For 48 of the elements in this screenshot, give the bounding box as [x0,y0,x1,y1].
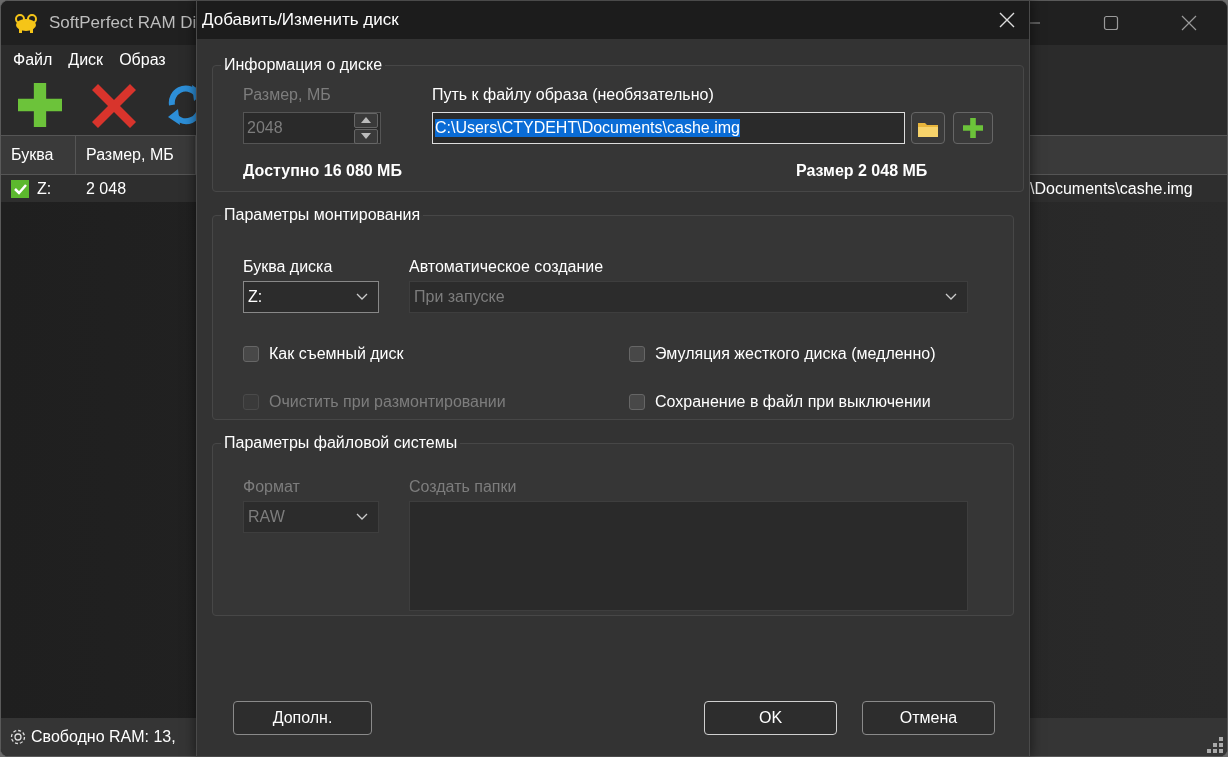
delete-icon[interactable] [92,82,136,128]
resize-grip-icon[interactable] [1207,737,1223,753]
column-header[interactable]: Буква [1,136,76,174]
status-text: Свободно RAM: 13, [31,728,176,746]
dialog-button[interactable]: OK [704,700,837,735]
dialog-button[interactable]: Дополн. [233,700,372,735]
down-arrow-icon [361,133,371,139]
chevron-icon [356,513,368,521]
menu-item[interactable]: Файл [5,51,61,69]
group-title: Параметры файловой системы [223,434,459,452]
group-title: Информация о диске [223,56,384,74]
window-title: SoftPerfect RAM Di [49,13,197,33]
gear-icon [9,728,27,746]
add-icon[interactable] [18,83,62,127]
image-size-text: Размер 2 048 МБ [795,162,928,180]
field-label: Создать папки [409,478,518,496]
chevron-icon [945,293,957,301]
drive-letter-dropdown[interactable]: Z: [243,281,379,313]
available-space-text: Доступно 16 080 МБ [243,162,402,180]
checkbox-label[interactable]: Как съемный диск [269,345,404,363]
checkbox[interactable] [629,394,645,410]
checkbox-label[interactable]: Эмуляция жесткого диска (медленно) [655,345,936,363]
checkbox[interactable] [11,179,29,198]
field-label: Размер, МБ [243,86,332,104]
field-label: Буква диска [243,258,334,276]
group-title: Параметры монтирования [223,206,422,224]
field-label: Формат [243,478,301,496]
app-logo-icon [13,12,39,34]
browse-button[interactable] [910,112,945,144]
checkbox[interactable] [629,346,645,362]
add-button[interactable] [952,112,993,144]
checkbox-label[interactable]: Сохранение в файл при выключении [655,393,931,411]
table-cell: \Documents\cashe.img [1030,179,1193,198]
dialog-button[interactable]: Отмена [862,700,995,735]
image-path-field[interactable]: C:\Users\CTYDEHT\Documents\cashe.img [431,112,905,144]
table-cell: Z: [37,179,52,198]
field-label: Автоматическое создание [409,258,605,276]
chevron-icon [356,293,368,301]
plus-icon [962,118,983,138]
table-cell: 2 048 [86,179,127,198]
close-icon[interactable] [1181,15,1197,31]
menu-item[interactable]: Образ [111,51,174,69]
checkbox[interactable] [243,346,259,362]
menu-item[interactable]: Диск [60,51,112,69]
maximize-icon[interactable] [1103,15,1119,31]
dialog-title: Добавить/Изменить диск [202,10,399,30]
up-arrow-icon [361,117,371,123]
field-label: Путь к файлу образа (необязательно) [431,86,715,104]
